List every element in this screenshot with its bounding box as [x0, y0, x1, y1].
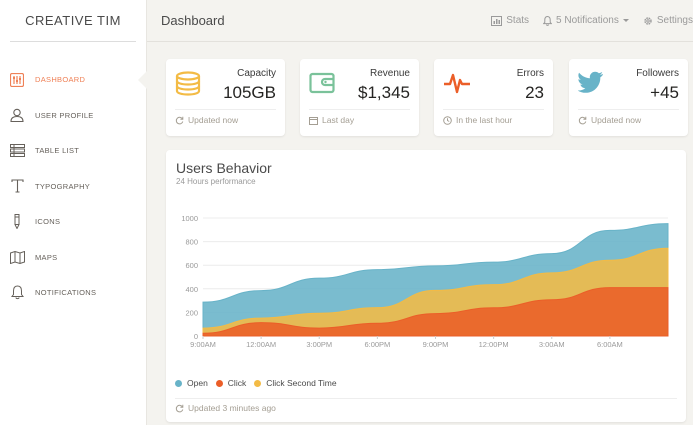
x-tick-label: 12:00AM — [246, 340, 276, 349]
sidebar-item-label: TYPOGRAPHY — [35, 181, 91, 191]
chevron-down-icon — [622, 19, 629, 22]
top-navbar: Dashboard Stats 5 Notifications Settings — [147, 0, 693, 42]
typography-icon — [9, 178, 25, 194]
legend-label: Open — [187, 378, 208, 388]
stat-label: Errors — [516, 68, 544, 79]
sidebar-item-label: NOTIFICATIONS — [35, 288, 97, 298]
legend-dot — [215, 379, 223, 387]
sidebar-item-label: MAPS — [35, 252, 58, 262]
legend-item-click: Click — [215, 378, 247, 388]
x-tick-label: 9:00AM — [190, 340, 216, 349]
stat-label: Followers — [636, 68, 679, 79]
divider — [175, 398, 677, 399]
legend-dot — [175, 379, 182, 387]
sidebar-item-table-list[interactable]: TABLE LIST — [0, 133, 146, 169]
stats-label: Stats — [506, 15, 530, 26]
table-list-icon — [9, 143, 25, 159]
stat-footer-text: Last day — [322, 115, 355, 125]
y-tick-label: 200 — [185, 308, 198, 317]
sidebar: CREATIVE TIM DASHBOARD USER PROFILE TABL… — [0, 0, 147, 425]
y-tick-label: 800 — [185, 238, 198, 247]
navbar-actions: Stats 5 Notifications Settings — [477, 15, 693, 26]
users-behavior-chart: 020040060080010009:00AM 12:00AM 3:00PM 6:00… — [181, 214, 669, 349]
x-tick-label: 6:00AM — [597, 340, 623, 349]
x-tick-label: 6:00PM — [364, 340, 390, 349]
sidebar-item-icons[interactable]: ICONS — [0, 204, 146, 240]
y-tick-label: 1000 — [181, 214, 198, 223]
calendar-icon — [309, 116, 318, 125]
stat-card-followers: Followers +45 Updated now — [569, 59, 688, 136]
settings-link[interactable]: Settings — [643, 15, 693, 26]
legend-item-open: Open — [175, 378, 208, 388]
chart-legend: Open Click Click Second Time — [175, 378, 345, 388]
divider — [309, 109, 410, 110]
sidebar-item-label: TABLE LIST — [35, 146, 80, 156]
x-tick-label: 12:00PM — [479, 340, 509, 349]
divider — [578, 109, 679, 110]
refresh-icon — [175, 116, 184, 124]
dashboard-icon — [9, 72, 25, 88]
user-icon — [9, 107, 25, 123]
settings-label: Settings — [656, 15, 693, 26]
bell-icon — [9, 285, 25, 301]
legend-item-click-second-time: Click Second Time — [254, 378, 337, 388]
chart-footer: Updated 3 minutes ago — [175, 403, 276, 413]
twitter-icon — [577, 71, 604, 98]
x-tick-label: 3:00AM — [539, 340, 565, 349]
page-title: Dashboard — [161, 13, 225, 28]
x-tick-label: 9:00PM — [423, 340, 449, 349]
legend-label: Click — [227, 378, 247, 388]
stat-card-capacity: Capacity 105GB Updated now — [166, 59, 285, 136]
gear-icon — [644, 16, 652, 25]
stat-footer: Updated now — [175, 115, 238, 125]
stat-value: $1,345 — [358, 83, 410, 102]
stat-card-revenue: Revenue $1,345 Last day — [300, 59, 419, 136]
sidebar-item-dashboard[interactable]: DASHBOARD — [0, 62, 147, 98]
sidebar-nav: DASHBOARD USER PROFILE TABLE LIST TYPOGR… — [0, 62, 147, 311]
notifications-label: 5 Notifications — [556, 15, 619, 26]
clock-icon — [443, 115, 452, 125]
x-tick-label: 3:00PM — [306, 340, 332, 349]
map-icon — [9, 249, 25, 265]
stat-value: 105GB — [223, 83, 276, 102]
bell-icon — [543, 15, 553, 26]
chart-footer-text: Updated 3 minutes ago — [188, 403, 276, 413]
stat-footer-text: Updated now — [591, 115, 642, 125]
legend-dot — [254, 379, 262, 387]
legend-label: Click Second Time — [266, 378, 337, 388]
stat-value: +45 — [650, 83, 679, 102]
notifications-dropdown[interactable]: 5 Notifications — [543, 15, 629, 26]
stat-footer-text: In the last hour — [456, 115, 513, 125]
stat-card-errors: Errors 23 In the last hour — [434, 59, 553, 136]
pencil-icon — [9, 214, 25, 230]
sidebar-item-label: USER PROFILE — [35, 110, 94, 120]
stat-footer-text: Updated now — [188, 115, 239, 125]
stats-link[interactable]: Stats — [491, 15, 529, 26]
sidebar-item-typography[interactable]: TYPOGRAPHY — [0, 169, 146, 205]
sidebar-item-maps[interactable]: MAPS — [0, 240, 146, 276]
divider — [443, 109, 544, 110]
stat-label: Capacity — [237, 68, 276, 79]
wallet-icon — [309, 71, 335, 100]
stat-footer: Updated now — [578, 115, 641, 125]
brand-logo[interactable]: CREATIVE TIM — [10, 0, 136, 42]
sidebar-item-user-profile[interactable]: USER PROFILE — [0, 98, 146, 134]
stat-footer: Last day — [309, 115, 354, 125]
sidebar-item-notifications[interactable]: NOTIFICATIONS — [0, 275, 146, 311]
stat-footer: In the last hour — [443, 115, 512, 125]
sidebar-item-label: ICONS — [35, 217, 61, 227]
sidebar-item-label: DASHBOARD — [35, 75, 86, 85]
divider — [175, 109, 276, 110]
refresh-icon — [175, 404, 184, 412]
pulse-icon — [443, 71, 471, 100]
stats-icon — [491, 15, 503, 26]
users-behavior-card: Users Behavior 24 Hours performance 0 200… — [166, 150, 686, 422]
stat-label: Revenue — [369, 68, 410, 79]
y-tick-label: 600 — [185, 261, 198, 270]
database-icon — [175, 71, 201, 102]
y-tick-label: 400 — [185, 285, 198, 294]
stat-value: 23 — [525, 83, 544, 102]
refresh-icon — [578, 116, 587, 124]
